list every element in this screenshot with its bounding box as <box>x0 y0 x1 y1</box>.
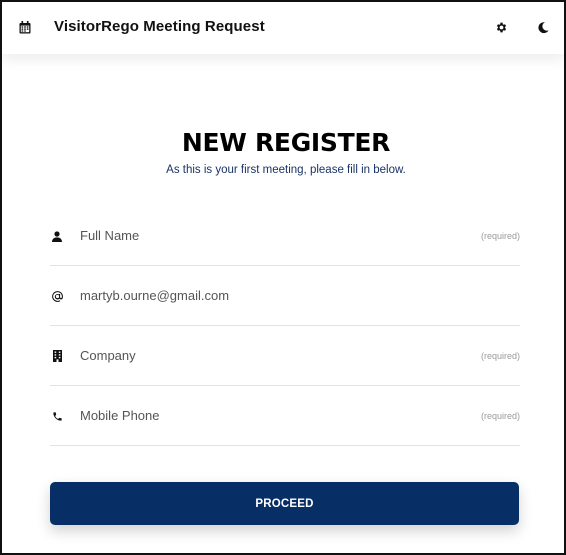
full-name-required-hint: (required) <box>480 231 520 241</box>
moon-icon[interactable] <box>535 19 551 35</box>
email-field[interactable]: martyb.ourne@gmail.com <box>50 265 520 326</box>
company-required-hint: (required) <box>480 351 520 361</box>
calendar-icon <box>17 19 33 35</box>
at-icon <box>50 289 64 303</box>
page-title: NEW REGISTER <box>181 128 391 157</box>
main-content: NEW REGISTER As this is your first meeti… <box>2 54 564 553</box>
mobile-phone-placeholder: Mobile Phone <box>80 408 160 423</box>
building-icon <box>50 349 64 363</box>
phone-icon <box>50 409 64 423</box>
app-title: VisitorRego Meeting Request <box>54 18 265 35</box>
proceed-button[interactable]: PROCEED <box>50 482 519 525</box>
header-bar: VisitorRego Meeting Request <box>2 2 564 54</box>
mobile-phone-field[interactable]: Mobile Phone (required) <box>50 385 520 446</box>
page-subtitle: As this is your first meeting, please fi… <box>166 164 406 176</box>
mobile-phone-required-hint: (required) <box>480 411 520 421</box>
company-field[interactable]: Company (required) <box>50 325 520 386</box>
company-placeholder: Company <box>80 348 136 363</box>
full-name-placeholder: Full Name <box>80 228 140 243</box>
user-icon <box>50 229 64 243</box>
email-value: martyb.ourne@gmail.com <box>80 288 230 303</box>
app-window: VisitorRego Meeting Request NEW REGISTER… <box>0 0 566 555</box>
gear-icon[interactable] <box>493 19 509 35</box>
full-name-field[interactable]: Full Name (required) <box>50 205 520 266</box>
